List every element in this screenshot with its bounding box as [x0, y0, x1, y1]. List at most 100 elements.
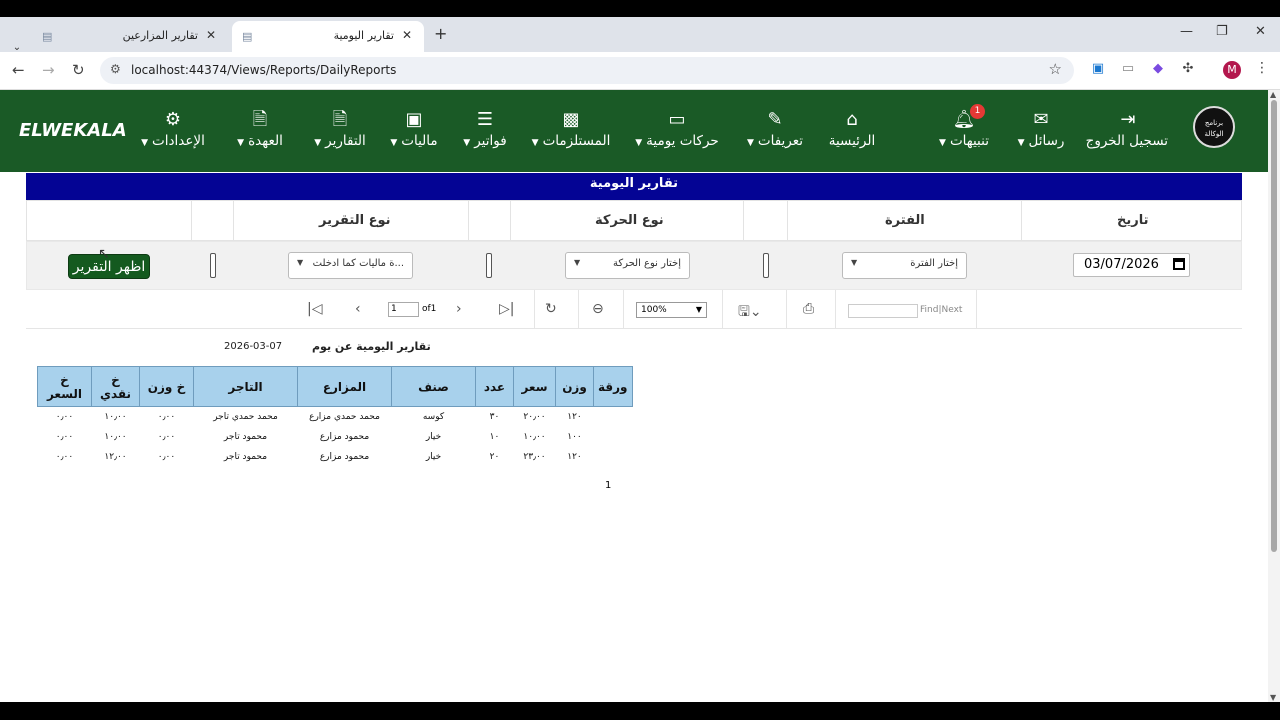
nav-notifications[interactable]: 🔔︎ تنبيهات▼ — [934, 108, 994, 149]
nav-definitions[interactable]: ✎ تعريفات▼ — [742, 108, 808, 149]
caret-down-icon: ▼ — [463, 138, 471, 148]
date-input[interactable]: 03/07/2026 — [1073, 253, 1190, 277]
forward-icon[interactable]: → — [42, 61, 55, 79]
url-field[interactable]: ⚙ localhost:44374/Views/Reports/DailyRep… — [100, 57, 1074, 84]
file-icon: 🗎 — [252, 109, 268, 130]
next-page-icon[interactable]: › — [456, 301, 462, 317]
page-title: تقارير اليومية — [26, 173, 1242, 200]
daily-report-table: ورقة وزن سعر عدد صنف المزارع التاجر خ وز… — [37, 366, 633, 467]
nav-invoices[interactable]: ☰ فواتير▼ — [460, 108, 510, 149]
cell: ٣٠ — [489, 411, 500, 422]
close-tab-icon[interactable]: ✕ — [206, 28, 216, 42]
nav-custody[interactable]: 🗎 العهدة▼ — [230, 108, 290, 149]
extra-field-box[interactable] — [210, 253, 216, 278]
page-number-input[interactable]: 1 — [388, 302, 419, 317]
export-save-icon[interactable]: 🖫︎⌄ — [738, 301, 762, 325]
report-viewer-toolbar: |◁ ‹ 1 of1 › ▷| ↻ ⊖ 100% ▼ 🖫︎⌄ ⎙ Find|Ne… — [26, 290, 1242, 329]
movement-type-select[interactable]: إختار نوع الحركة ▼ — [565, 252, 690, 279]
nav-label: فواتير — [474, 133, 507, 149]
envelope-icon: ✉ — [1033, 109, 1049, 130]
nav-messages[interactable]: ✉ رسائل▼ — [1015, 108, 1067, 149]
list-icon: ☰ — [476, 109, 494, 130]
movement-type-value: إختار نوع الحركة — [612, 258, 681, 269]
back-to-parent-icon[interactable]: ⊖ — [592, 301, 604, 317]
profile-avatar[interactable]: M — [1223, 61, 1241, 79]
cell: ١٢٫٠٠ — [104, 451, 127, 462]
cell: ٠٫٠٠ — [157, 411, 176, 422]
extension-cast-icon[interactable]: ▭ — [1120, 61, 1136, 77]
cell: ١٠٠ — [567, 431, 582, 442]
browser-menu-icon[interactable]: ⋮ — [1255, 60, 1269, 76]
scrollbar-thumb[interactable] — [1271, 100, 1277, 552]
bell-icon: 🔔︎ — [952, 109, 976, 130]
home-icon: ⌂ — [846, 109, 858, 130]
nav-logout[interactable]: ⇥ تسجيل الخروج — [1086, 108, 1168, 149]
extension-translate-icon[interactable]: ▣ — [1090, 61, 1106, 77]
column-header: خ نقدي — [91, 366, 140, 407]
period-select[interactable]: إختار الفترة ▼ — [842, 252, 967, 279]
extra-field-box[interactable] — [486, 253, 492, 278]
nav-label: تنبيهات — [949, 133, 989, 149]
divider — [743, 201, 744, 241]
scroll-up-icon[interactable]: ▲ — [1270, 90, 1276, 99]
reload-icon[interactable]: ↻ — [72, 61, 85, 79]
scroll-down-icon[interactable]: ▼ — [1270, 693, 1276, 702]
report-type-select[interactable]: ...ة ماليات كما ادخلت ▼ — [288, 252, 413, 279]
nav-supplies[interactable]: ▩ المستلزمات▼ — [530, 108, 612, 149]
toolbar-divider — [578, 290, 579, 328]
refresh-icon[interactable]: ↻ — [545, 301, 557, 317]
first-page-icon[interactable]: |◁ — [307, 301, 322, 317]
cell: ٠٫٠٠ — [157, 431, 176, 442]
nav-reports[interactable]: 🗎 التقارير▼ — [310, 108, 370, 149]
find-input[interactable] — [848, 304, 918, 318]
cell: ١٢٠ — [567, 411, 582, 422]
restore-icon[interactable]: ❐ — [1216, 24, 1228, 39]
elwekala-logo[interactable]: ELWEKALA — [19, 120, 127, 141]
nav-daily-movements[interactable]: ▭ حركات يومية▼ — [632, 108, 722, 149]
toolbar-divider — [835, 290, 836, 328]
caret-down-icon: ▼ — [314, 138, 322, 148]
window-close-icon[interactable]: ✕ — [1255, 24, 1266, 39]
last-page-icon[interactable]: ▷| — [499, 301, 514, 317]
page-scrollbar[interactable]: ▲ ▼ — [1268, 90, 1280, 702]
toolbar-divider — [722, 290, 723, 328]
nav-finance[interactable]: ▣ ماليات▼ — [388, 108, 440, 149]
close-tab-icon[interactable]: ✕ — [402, 28, 412, 42]
web-page: ELWEKALA ⚙ الإعدادات▼ 🗎 العهدة▼ 🗎 التقار… — [0, 90, 1268, 702]
calendar-icon[interactable] — [1173, 258, 1185, 270]
tab-farmers-reports[interactable]: ▤ تقارير المزارعين ✕ — [32, 21, 228, 52]
site-info-icon[interactable]: ⚙ — [110, 62, 121, 76]
browser-window: ⌄ ▤ تقارير المزارعين ✕ ▤ تقارير اليومية … — [0, 0, 1280, 720]
dropdown-arrow-icon: ▼ — [851, 258, 858, 267]
bookmark-star-icon[interactable]: ☆ — [1049, 60, 1062, 78]
find-next-link[interactable]: Find|Next — [920, 305, 962, 315]
column-header: عدد — [475, 366, 514, 407]
nav-label: تعريفات — [757, 133, 804, 149]
page-favicon-icon: ▤ — [242, 30, 253, 43]
top-edge — [0, 0, 1280, 17]
minimize-icon[interactable]: — — [1180, 24, 1193, 39]
previous-page-icon[interactable]: ‹ — [355, 301, 361, 317]
back-icon[interactable]: ← — [12, 61, 25, 79]
column-header: صنف — [391, 366, 476, 407]
extensions-puzzle-icon[interactable]: ✣ — [1180, 61, 1196, 77]
nav-label: العهدة — [248, 133, 283, 149]
cell: محمود تاجر — [223, 451, 268, 462]
print-icon[interactable]: ⎙ — [803, 301, 814, 317]
brand-badge[interactable]: برنامج الوكالة — [1193, 106, 1235, 148]
column-header: التاجر — [193, 366, 298, 407]
laptop-icon: ▭ — [668, 109, 686, 130]
cell: محمود مزارع — [319, 431, 370, 442]
filters-row: 03/07/2026 إختار الفترة ▼ إختار نوع الحر… — [26, 241, 1242, 290]
report-page-number: 1 — [605, 480, 612, 491]
money-icon: ▣ — [405, 109, 423, 130]
extension-gem-icon[interactable]: ◆ — [1150, 61, 1166, 77]
nav-home[interactable]: ⌂ الرئيسية — [828, 108, 876, 149]
extra-field-box[interactable] — [763, 253, 769, 278]
cell — [594, 407, 633, 427]
zoom-select[interactable]: 100% ▼ — [636, 302, 707, 318]
bottom-edge — [0, 702, 1280, 720]
new-tab-icon[interactable]: + — [434, 24, 447, 43]
tab-daily-reports[interactable]: ▤ تقارير اليومية ✕ — [232, 21, 424, 52]
nav-settings[interactable]: ⚙ الإعدادات▼ — [138, 108, 208, 149]
